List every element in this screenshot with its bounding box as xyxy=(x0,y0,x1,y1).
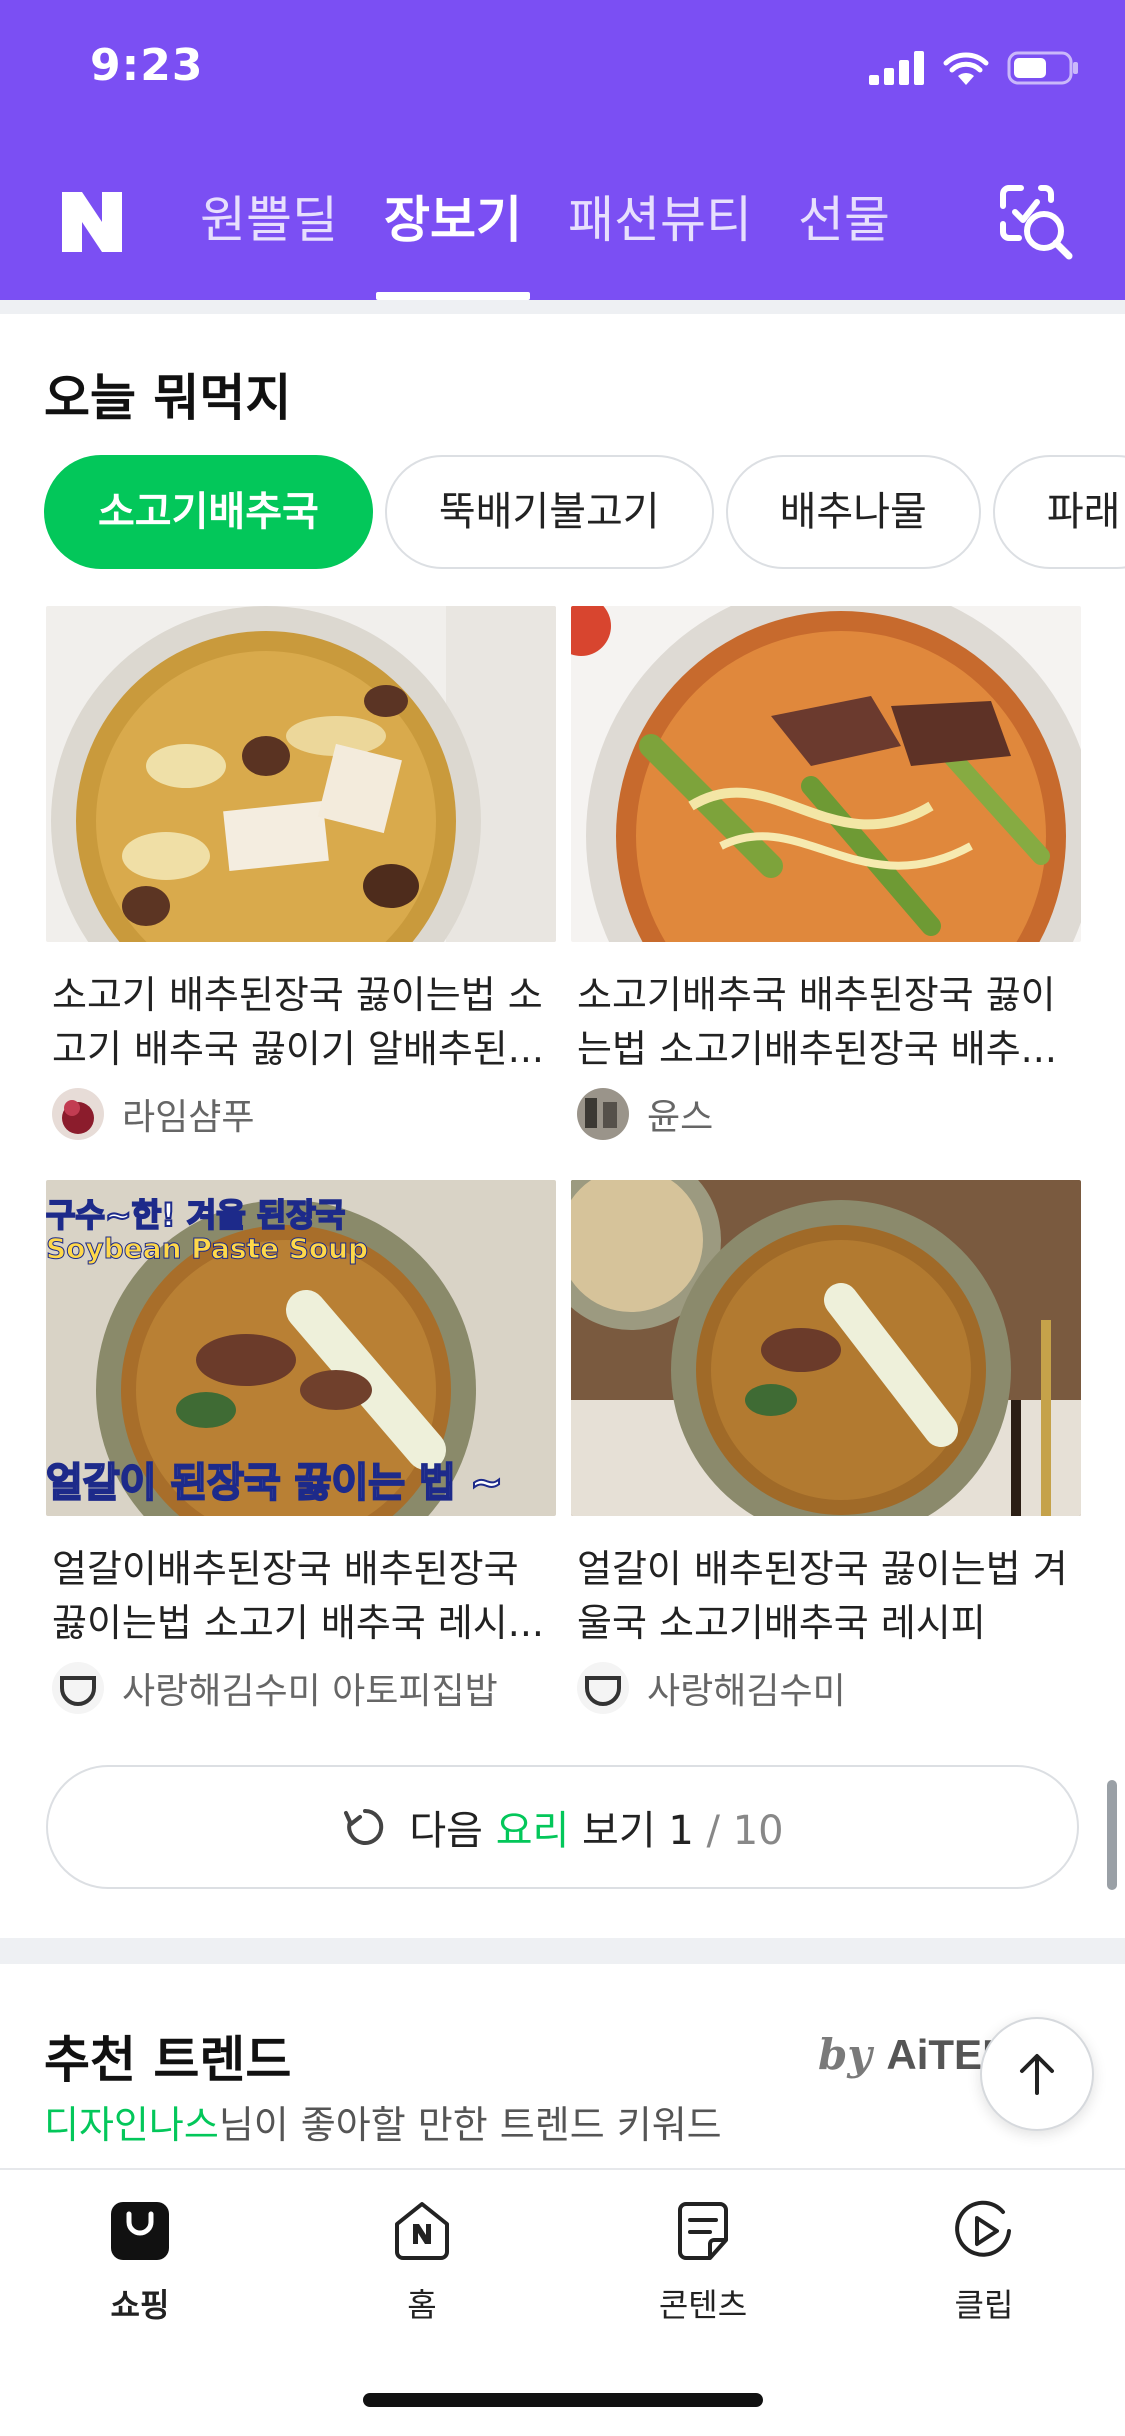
recipe-card[interactable]: 구수~한! 겨울 된장국 Soybean Paste Soup 얼갈이 된장국 … xyxy=(46,1180,556,1714)
recipe-author[interactable]: 라임샴푸 xyxy=(46,1088,556,1140)
shopping-bag-icon xyxy=(111,2202,169,2260)
tabs-fade-right xyxy=(875,170,955,280)
top-nav: 원쁠딜 장보기 패션뷰티 선물 xyxy=(0,160,1125,300)
chip-seaweed[interactable]: 파래 xyxy=(992,455,1125,569)
recipe-keyword-chips: 소고기배추국 뚝배기불고기 배추나물 파래 xyxy=(44,455,1125,573)
tab-grocery[interactable]: 장보기 xyxy=(376,182,530,300)
recipe-title[interactable]: 소고기 배추된장국 끓이는법 소고기 배추국 끓이기 알배추된... xyxy=(46,968,556,1076)
author-name: 라임샴푸 xyxy=(122,1097,255,1138)
author-avatar xyxy=(52,1088,104,1140)
recipe-thumbnail[interactable]: 구수~한! 겨울 된장국 Soybean Paste Soup 얼갈이 된장국 … xyxy=(46,1180,556,1516)
next-recipe-button[interactable]: 다음 요리 보기 1 / 10 xyxy=(46,1765,1079,1889)
divider xyxy=(0,300,1125,314)
author-avatar xyxy=(52,1662,104,1714)
recipe-author[interactable]: 윤스 xyxy=(571,1088,1081,1140)
section-divider xyxy=(0,1938,1125,1964)
chip-cabbage-namul[interactable]: 배추나물 xyxy=(725,455,981,569)
scrollbar[interactable] xyxy=(1107,1780,1117,1890)
category-tabs: 원쁠딜 장보기 패션뷰티 선물 xyxy=(200,182,955,300)
lens-search-icon[interactable] xyxy=(989,176,1077,264)
recipe-thumbnail[interactable] xyxy=(571,1180,1081,1516)
recipe-thumbnail[interactable] xyxy=(46,606,556,942)
chip-ttukbaegi-bulgogi[interactable]: 뚝배기불고기 xyxy=(384,455,714,569)
recipe-title[interactable]: 소고기배추국 배추된장국 끓이는법 소고기배추된장국 배추... xyxy=(571,968,1081,1076)
recipe-card[interactable]: 소고기배추국 배추된장국 끓이는법 소고기배추된장국 배추... 윤스 xyxy=(571,606,1081,1140)
bottom-tab-contents[interactable]: 콘텐츠 xyxy=(603,2200,803,2326)
thumbnail-caption-en: Soybean Paste Soup xyxy=(46,1232,369,1266)
author-name: 사랑해김수미 아토피집밥 xyxy=(122,1671,498,1712)
bottom-tab-label: 클립 xyxy=(954,2286,1014,2324)
author-avatar xyxy=(577,1088,629,1140)
author-avatar xyxy=(577,1662,629,1714)
recipe-card[interactable]: 소고기 배추된장국 끓이는법 소고기 배추국 끓이기 알배추된... 라임샴푸 xyxy=(46,606,556,1140)
status-icons xyxy=(869,50,1079,86)
status-bar: 9:23 xyxy=(0,0,1125,140)
author-name: 사랑해김수미 xyxy=(647,1671,846,1712)
tabs-fade-left xyxy=(140,170,210,280)
section-title-today: 오늘 뭐먹지 xyxy=(44,369,292,427)
scroll-to-top-button[interactable] xyxy=(980,2017,1094,2131)
chip-beef-cabbage-soup[interactable]: 소고기배추국 xyxy=(44,455,373,569)
refresh-icon xyxy=(344,1808,384,1845)
thumbnail-caption-top: 구수~한! 겨울 된장국 xyxy=(46,1195,346,1235)
trend-subtitle: 디자인나스님이 좋아할 만한 트렌드 키워드 xyxy=(44,2103,722,2147)
bottom-tab-clip[interactable]: 클립 xyxy=(884,2200,1084,2326)
bottom-tab-label: 홈 xyxy=(407,2286,437,2324)
thumbnail-caption-bottom: 얼갈이 된장국 끓이는 법 ~ xyxy=(46,1459,504,1507)
tab-fashion-beauty[interactable]: 패션뷰티 xyxy=(568,182,752,258)
contents-note-icon xyxy=(678,2202,728,2260)
naver-logo-icon[interactable] xyxy=(58,188,126,256)
bottom-tab-home[interactable]: 홈 xyxy=(322,2200,522,2326)
status-time: 9:23 xyxy=(90,40,204,91)
home-indicator[interactable] xyxy=(363,2393,763,2407)
app-header: 9:23 원쁠딜 장보기 패션뷰티 선물 xyxy=(0,0,1125,300)
recipe-author[interactable]: 사랑해김수미 아토피집밥 xyxy=(46,1662,556,1714)
recipe-title[interactable]: 얼갈이 배추된장국 끓이는법 겨울국 소고기배추국 레시피 xyxy=(571,1542,1081,1650)
author-name: 윤스 xyxy=(647,1097,714,1138)
cellular-signal-icon xyxy=(869,51,924,85)
tab-one-plus-deal[interactable]: 원쁠딜 xyxy=(200,182,338,258)
recipe-thumbnail[interactable] xyxy=(571,606,1081,942)
section-title-trend: 추천 트렌드 xyxy=(44,2031,292,2089)
recipe-author[interactable]: 사랑해김수미 xyxy=(571,1662,1081,1714)
wifi-icon xyxy=(943,52,989,85)
recipe-title[interactable]: 얼갈이배추된장국 배추된장국 끓이는법 소고기 배추국 레시... xyxy=(46,1542,556,1650)
bottom-tab-label: 콘텐츠 xyxy=(658,2286,748,2324)
home-n-icon xyxy=(395,2202,449,2260)
bottom-tab-shopping[interactable]: 쇼핑 xyxy=(40,2200,240,2326)
battery-icon xyxy=(1007,51,1078,85)
next-recipe-label: 다음 요리 보기 1 / 10 xyxy=(409,1808,784,1854)
recipe-card[interactable]: 얼갈이 배추된장국 끓이는법 겨울국 소고기배추국 레시피 사랑해김수미 xyxy=(571,1180,1081,1714)
clip-play-icon xyxy=(955,2200,1011,2257)
bottom-tab-label: 쇼핑 xyxy=(110,2286,170,2324)
arrow-up-icon xyxy=(1020,2054,1054,2095)
